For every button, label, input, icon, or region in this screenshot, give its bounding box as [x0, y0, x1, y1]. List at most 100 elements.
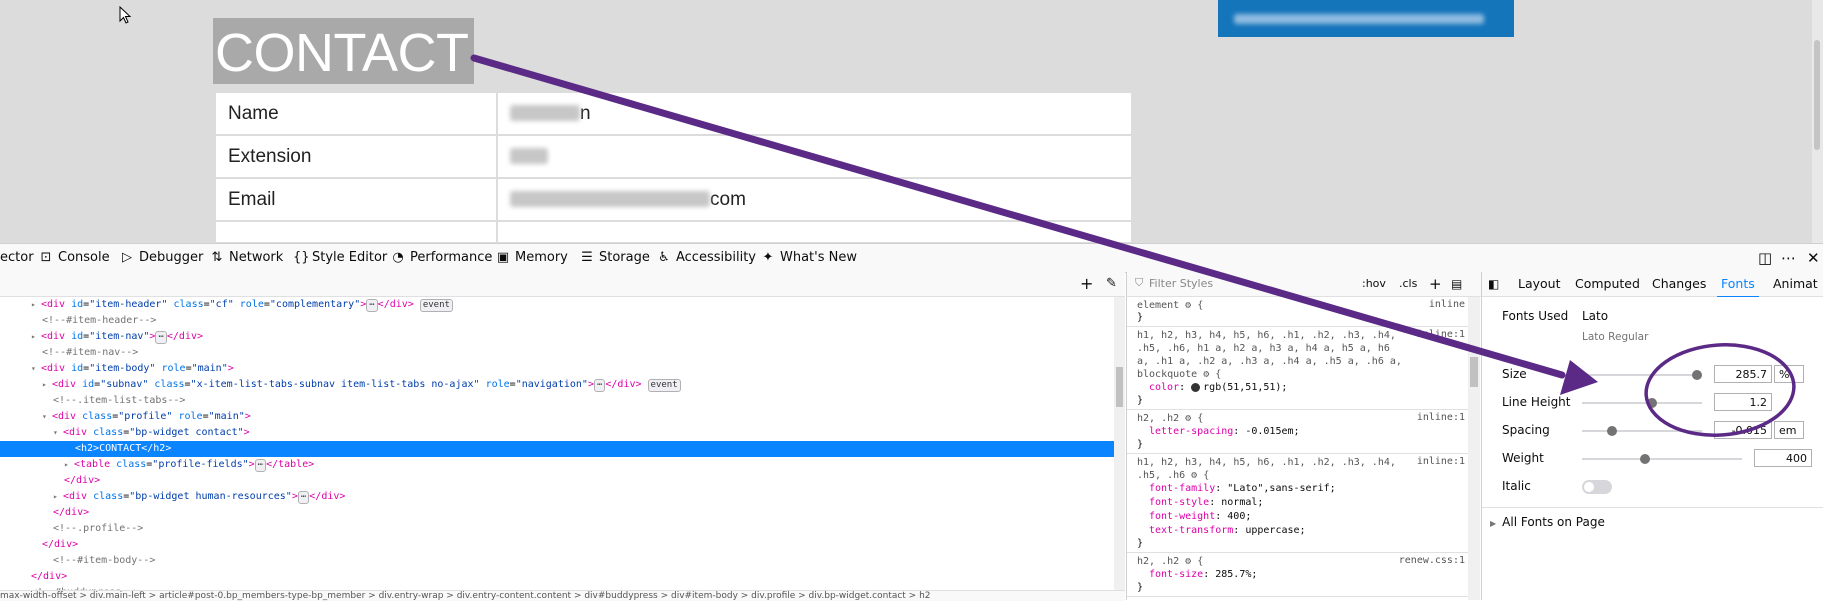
markup-node[interactable]: <!--.item-list-tabs--> [0, 393, 1114, 409]
css-rule[interactable]: inline element ⚙ {} [1127, 297, 1469, 327]
spacing-unit-select[interactable]: em [1774, 421, 1804, 439]
markup-node[interactable]: </div> [0, 473, 1114, 489]
rule-source-link[interactable]: inline [1429, 299, 1465, 310]
table-row: Extension [214, 134, 1133, 179]
tab-layout[interactable]: Layout [1518, 272, 1561, 296]
eyedropper-icon[interactable]: ✎ [1106, 272, 1117, 296]
line-height-input[interactable]: 1.2 [1714, 393, 1772, 411]
tab-animations[interactable]: Animat [1773, 272, 1818, 296]
css-rule[interactable]: inline:1 h1, h2, h3, h4, h5, h6, .h1, .h2… [1127, 454, 1469, 553]
tab-storage[interactable]: ☰ Storage [580, 244, 650, 272]
css-rule[interactable]: inline:1 h1, h2, h3, h4, h5, h6, .h1, .h2… [1127, 327, 1469, 410]
performance-icon: ◔ [392, 250, 404, 265]
rules-view[interactable]: inline element ⚙ {} inline:1 h1, h2, h3, h4… [1126, 297, 1469, 600]
console-icon: ⊡ [40, 250, 52, 265]
breadcrumb[interactable]: max-width-offset > div.main-left > artic… [0, 590, 1125, 601]
css-rule[interactable]: renew.css:1 h2, .h2 ⚙ {font-size: 285.7%;… [1127, 553, 1469, 597]
italic-label: Italic [1502, 479, 1531, 493]
rule-source-link[interactable]: inline:1 [1417, 329, 1465, 340]
dock-side-icon[interactable]: ◫ [1758, 244, 1772, 272]
tab-performance[interactable]: ◔ Performance [391, 244, 492, 272]
markup-node[interactable]: ▸ <div id="subnav" class="x-item-list-tab… [0, 377, 1114, 393]
tab-network[interactable]: ⇅ Network [210, 244, 284, 272]
rules-scrollbar[interactable] [1468, 297, 1480, 600]
blue-banner[interactable] [1218, 0, 1514, 37]
markup-node[interactable]: ▾ <div class="bp-widget contact"> [0, 425, 1114, 441]
all-fonts-toggle[interactable]: ▶ All Fonts on Page [1490, 515, 1605, 529]
css-declaration[interactable]: color: rgb(51,51,51); [1137, 381, 1465, 395]
tab-style-editor[interactable]: {} Style Editor [293, 244, 387, 272]
mouse-cursor-icon [119, 6, 132, 24]
markup-scrollbar[interactable] [1114, 297, 1125, 590]
markup-view[interactable]: ▸ <div id="item-header" class="cf" role="… [0, 297, 1114, 590]
size-unit-select[interactable]: % [1774, 365, 1804, 383]
markup-node[interactable]: </div> [0, 505, 1114, 521]
page-scrollbar[interactable] [1812, 0, 1823, 243]
css-declaration[interactable]: font-size: 285.7%; [1137, 568, 1465, 582]
contact-heading: CONTACT [213, 18, 475, 84]
color-swatch-icon[interactable] [1191, 382, 1201, 392]
markup-node[interactable]: ▸ <table class="profile-fields"> ⋯ </table> [0, 457, 1114, 473]
markup-node[interactable]: ▸ <div class="bp-widget human-resources">… [0, 489, 1114, 505]
css-rule[interactable]: inline:1 h2, .h2 ⚙ {letter-spacing: -0.01… [1127, 410, 1469, 454]
tab-changes[interactable]: Changes [1652, 272, 1706, 296]
markup-node[interactable]: </div> [0, 537, 1114, 553]
tab-fonts[interactable]: Fonts [1717, 272, 1759, 298]
markup-node[interactable]: </div> [0, 569, 1114, 585]
css-declaration[interactable]: font-family: "Lato",sans-serif; [1137, 482, 1465, 496]
close-icon[interactable]: ✕ [1807, 244, 1820, 272]
redacted-value [510, 191, 710, 208]
toggle-sidebar-icon[interactable]: ◧ [1488, 272, 1499, 296]
print-media-icon[interactable]: ▤ [1451, 272, 1462, 296]
rule-selector: h1, h2, h3, h4, h5, h6, .h1, .h2, .h3, .… [1137, 457, 1396, 481]
css-declaration[interactable]: text-transform: uppercase; [1137, 524, 1465, 538]
markup-node[interactable]: ▸ <div id="item-nav"> ⋯ </div> [0, 329, 1114, 345]
network-icon: ⇅ [211, 250, 223, 265]
size-label: Size [1502, 367, 1527, 381]
markup-node[interactable]: ▸ <div id="item-header" class="cf" role="… [0, 297, 1114, 313]
add-node-icon[interactable]: + [1080, 272, 1093, 296]
tab-debugger[interactable]: ▷ Debugger [120, 244, 203, 272]
debugger-icon: ▷ [122, 250, 132, 265]
css-declaration[interactable]: letter-spacing: -0.015em; [1137, 425, 1465, 439]
page-viewport: CONTACT Name n Extension Email com [0, 0, 1823, 243]
add-rule-icon[interactable]: + [1429, 272, 1442, 296]
markup-node[interactable]: <!--#item-header--> [0, 313, 1114, 329]
field-value[interactable]: com [496, 177, 1133, 222]
rule-source-link[interactable]: inline:1 [1417, 412, 1465, 423]
italic-toggle[interactable] [1582, 480, 1612, 494]
weight-slider[interactable] [1582, 454, 1742, 464]
markup-node[interactable]: <!--#item-body--> [0, 553, 1114, 569]
css-declaration[interactable]: font-weight: 400; [1137, 510, 1465, 524]
tab-accessibility[interactable]: ♿ Accessibility [657, 244, 756, 272]
rule-selector: h2, .h2 ⚙ { [1137, 413, 1204, 424]
rule-source-link[interactable]: inline:1 [1417, 456, 1465, 467]
size-input[interactable]: 285.7 [1714, 365, 1772, 383]
class-toggle[interactable]: .cls [1399, 272, 1417, 296]
tab-whats-new[interactable]: ✦ What's New [761, 244, 857, 272]
redacted-banner-text [1234, 14, 1484, 24]
markup-node-selected[interactable]: <h2>CONTACT</h2> [0, 441, 1114, 457]
hover-toggle[interactable]: :hov [1362, 272, 1386, 296]
markup-node[interactable]: ▾ <div id="item-body" role="main"> [0, 361, 1114, 377]
weight-label: Weight [1502, 451, 1544, 465]
line-height-slider[interactable] [1582, 398, 1702, 408]
markup-node[interactable]: <!--#item-nav--> [0, 345, 1114, 361]
tab-inspector[interactable]: ector [0, 244, 40, 274]
spacing-input[interactable]: -0.015 [1714, 421, 1772, 439]
markup-node[interactable]: ▾ <div class="profile" role="main"> [0, 409, 1114, 425]
markup-node[interactable]: <!--.profile--> [0, 521, 1114, 537]
tab-console[interactable]: ⊡ Console [39, 244, 110, 272]
css-declaration[interactable]: font-style: normal; [1137, 496, 1465, 510]
more-options-icon[interactable]: ⋯ [1781, 244, 1796, 272]
chevron-right-icon: ▶ [1490, 519, 1497, 528]
size-slider[interactable] [1582, 370, 1702, 380]
weight-input[interactable]: 400 [1754, 449, 1812, 467]
rule-source-link[interactable]: renew.css:1 [1399, 555, 1465, 566]
table-row: Email com [214, 177, 1133, 222]
tab-memory[interactable]: ▣ Memory [496, 244, 568, 272]
filter-styles-input[interactable]: Filter Styles [1149, 272, 1213, 296]
profile-fields-table: Name n Extension Email com [214, 91, 1133, 243]
tab-computed[interactable]: Computed [1575, 272, 1640, 296]
spacing-slider[interactable] [1582, 426, 1702, 436]
